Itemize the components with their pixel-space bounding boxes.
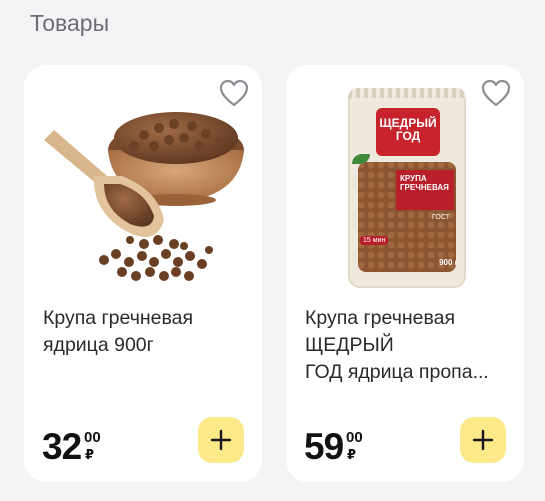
price-cents: 00 — [346, 429, 363, 446]
package-cook-time: 15 мин — [360, 236, 389, 245]
buckwheat-bowl-image — [44, 112, 244, 281]
plus-icon — [472, 429, 494, 451]
price-main: 32 — [42, 426, 82, 467]
package-crimp — [348, 88, 466, 98]
package-weight: 900 г — [439, 258, 458, 267]
product-card[interactable]: ЩЕДРЫЙ ГОД КРУПА ГРЕЧНЕВАЯ ГОСТ 15 мин 9… — [286, 65, 524, 482]
package-brand-badge: ЩЕДРЫЙ ГОД — [376, 108, 440, 156]
plus-icon — [210, 429, 232, 451]
price-currency: ₽ — [347, 447, 357, 462]
product-title-line: ЩЕДРЫЙ — [305, 334, 394, 356]
product-price: 59 00 ₽ — [304, 425, 363, 475]
package-brand-line: ГОД — [395, 129, 421, 143]
package-label-line: КРУПА — [400, 174, 427, 183]
add-to-cart-button[interactable] — [198, 417, 244, 463]
package-label: КРУПА ГРЕЧНЕВАЯ — [396, 170, 454, 210]
price-cents: 00 — [84, 429, 101, 446]
product-title[interactable]: Крупа гречневая ядрица 900г — [43, 305, 248, 359]
price-main: 59 — [304, 426, 344, 467]
add-to-cart-button[interactable] — [460, 417, 506, 463]
package-standard: ГОСТ — [432, 214, 450, 221]
product-title-line: Крупа гречневая — [43, 307, 194, 329]
product-image[interactable]: ЩЕДРЫЙ ГОД КРУПА ГРЕЧНЕВАЯ ГОСТ 15 мин 9… — [296, 80, 514, 295]
product-title-line: Крупа гречневая — [305, 307, 456, 329]
buckwheat-package-image: ЩЕДРЫЙ ГОД КРУПА ГРЕЧНЕВАЯ ГОСТ 15 мин 9… — [348, 88, 466, 288]
product-title-line: ГОД ядрица пропа... — [305, 361, 489, 383]
package-label-line: ГРЕЧНЕВАЯ — [400, 183, 449, 192]
section-title: Товары — [30, 10, 110, 36]
product-image[interactable] — [34, 80, 252, 295]
price-currency: ₽ — [85, 447, 95, 462]
product-title[interactable]: Крупа гречневая ЩЕДРЫЙ ГОД ядрица пропа.… — [305, 305, 510, 386]
product-price: 32 00 ₽ — [42, 425, 101, 475]
product-card[interactable]: Крупа гречневая ядрица 900г 32 00 ₽ — [24, 65, 262, 482]
product-title-line: ядрица 900г — [43, 334, 154, 356]
